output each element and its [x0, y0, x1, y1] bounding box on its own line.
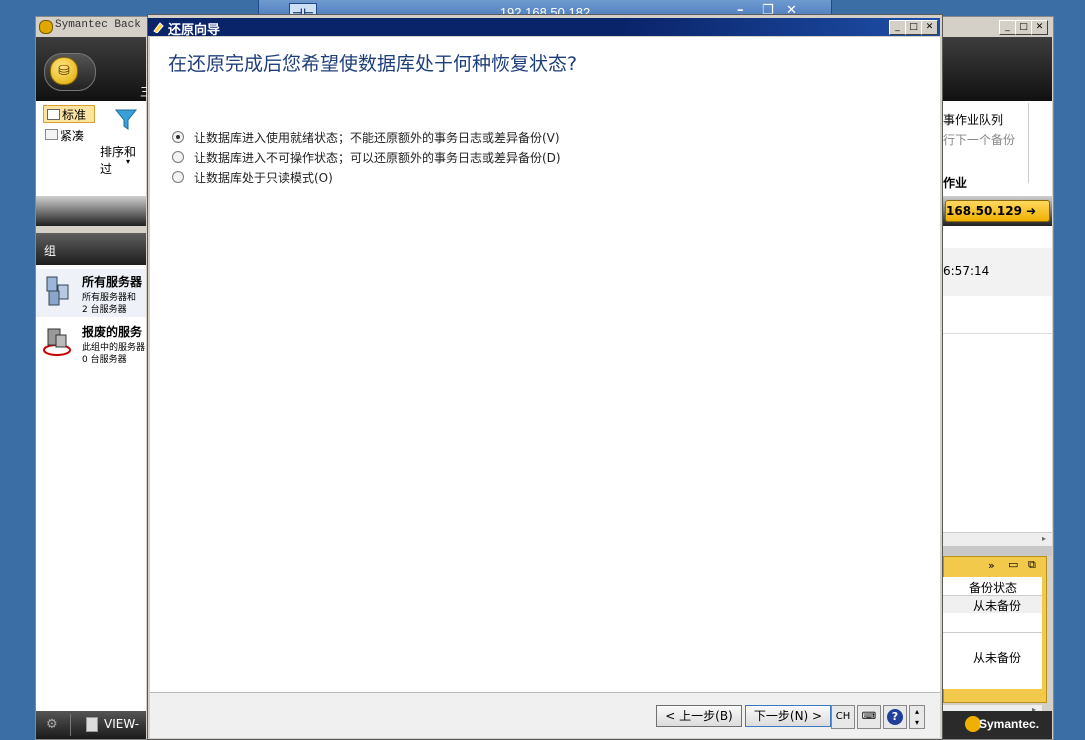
server-detail-pane: 6:57:14 [943, 226, 1052, 546]
app-menu-button[interactable]: ⛁ [44, 53, 96, 91]
recovery-option-norecovery[interactable]: 让数据库进入不可操作状态；可以还原额外的事务日志或差异备份(D) [172, 149, 561, 166]
next-button[interactable]: 下一步(N) > [745, 705, 831, 727]
divider [1028, 103, 1029, 183]
dialog-titlebar: 还原向导 _ □ ✕ [148, 18, 940, 38]
popout-icon[interactable]: ⧉ [1028, 558, 1036, 572]
taskbar-left: ⚙ VIEW- [36, 711, 146, 739]
group-name: 报废的服务 [82, 325, 143, 339]
backup-status-table: 备份状态 从未备份 从未备份 ▸ [943, 577, 1042, 718]
time-value: 6:57:14 [943, 264, 990, 278]
brand-name: Symantec. [979, 717, 1040, 731]
ribbon-footer-left [36, 196, 146, 226]
server-badge[interactable]: 168.50.129 ➜ [945, 200, 1050, 222]
scroll-right-icon[interactable]: ▸ [1042, 534, 1046, 543]
brand-bar: Symantec. [943, 711, 1052, 739]
chevron-down-icon: ▾ [126, 157, 131, 166]
tray-options-icon[interactable]: ▴ ▾ [909, 705, 925, 729]
standard-view-icon [47, 109, 60, 120]
language-indicator[interactable]: CH [831, 705, 855, 729]
option-label: 让数据库进入使用就绪状态；不能还原额外的事务日志或差异备份(V) [194, 131, 560, 145]
table-row[interactable]: 从未备份 [943, 632, 1042, 665]
maximize-icon[interactable]: ▭ [1008, 558, 1018, 571]
status-cell: 从未备份 [973, 599, 1022, 613]
back-window-title: Symantec Back [55, 19, 141, 31]
group-count: 2 台服务器 [82, 305, 127, 315]
view-compact-label: 紧凑 [60, 129, 85, 143]
help-icon[interactable]: ? [883, 705, 907, 729]
dialog-body: 在还原完成后您希望使数据库处于何种恢复状态? 让数据库进入使用就绪状态；不能还原… [150, 37, 940, 692]
back-minimize-button[interactable]: _ [999, 20, 1016, 35]
gear-icon[interactable]: ⚙ [46, 717, 58, 732]
server-badge-label: 168.50.129 [946, 204, 1022, 218]
table-row[interactable] [943, 613, 1042, 630]
collapse-icon[interactable]: » [988, 559, 995, 572]
status-cell: 从未备份 [973, 651, 1022, 665]
restore-wizard-dialog: 还原向导 _ □ ✕ 在还原完成后您希望使数据库处于何种恢复状态? 让数据库进入… [147, 14, 943, 740]
ribbon-footer-right: 168.50.129 ➜ [943, 196, 1052, 226]
keyboard-icon[interactable]: ⌨ [857, 705, 881, 729]
back-button[interactable]: < 上一步(B) [656, 705, 742, 727]
dialog-close-button[interactable]: ✕ [921, 20, 938, 35]
option-label: 让数据库处于只读模式(O) [194, 171, 333, 185]
arrow-right-icon: ➜ [1026, 204, 1037, 218]
table-row[interactable]: 从未备份 [943, 596, 1042, 613]
table-row[interactable]: 6:57:14 [943, 248, 1052, 296]
view-compact-button[interactable]: 紧凑 [45, 127, 84, 144]
splitter[interactable] [943, 546, 1052, 556]
list-item[interactable]: 所有服务器 所有服务器和 2 台服务器 [36, 269, 146, 317]
sort-filter-button[interactable]: 排序和过 [100, 143, 146, 177]
servers-icon [44, 275, 72, 307]
wizard-icon [152, 20, 165, 34]
back-maximize-button[interactable]: □ [1015, 20, 1032, 35]
radio-button-selected[interactable] [172, 131, 184, 143]
groups-title: 组 [44, 244, 57, 258]
filter-icon [114, 107, 138, 133]
group-count: 0 台服务器 [82, 355, 127, 365]
jobs-label: 作业 [943, 176, 968, 190]
compact-view-icon [45, 129, 58, 140]
recovery-option-ready[interactable]: 让数据库进入使用就绪状态；不能还原额外的事务日志或差异备份(V) [172, 129, 560, 146]
view-toolbar: 标准 紧凑 排序和过 ▾ [36, 101, 146, 196]
groups-header: 组 [36, 233, 146, 265]
group-name: 所有服务器 [82, 275, 143, 289]
database-icon: ⛁ [50, 57, 78, 85]
wizard-question: 在还原完成后您希望使数据库处于何种恢复状态? [168, 53, 578, 75]
dialog-minimize-button[interactable]: _ [889, 20, 906, 35]
radio-button[interactable] [172, 151, 184, 163]
ribbon-left: ⛁ 三 [36, 37, 152, 101]
run-next-backup-label[interactable]: 行下一个备份 [943, 131, 1015, 148]
status-header-label: 备份状态 [969, 581, 1018, 595]
view-task-button[interactable]: VIEW- [104, 717, 139, 731]
server-group-list: 所有服务器 所有服务器和 2 台服务器 报废的服务 此组中的服务器 0 台服务器 [36, 265, 146, 711]
dialog-title: 还原向导 [168, 23, 221, 38]
document-icon [86, 717, 98, 732]
status-column-header[interactable]: 备份状态 [943, 577, 1042, 596]
view-standard-label: 标准 [62, 108, 87, 122]
retired-servers-icon [42, 325, 72, 357]
radio-button[interactable] [172, 171, 184, 183]
recovery-option-readonly[interactable]: 让数据库处于只读模式(O) [172, 169, 333, 186]
divider [70, 714, 71, 736]
ribbon-right [943, 37, 1052, 101]
app-icon [39, 20, 53, 34]
dialog-maximize-button[interactable]: □ [905, 20, 922, 35]
divider [943, 333, 1052, 334]
back-close-button[interactable]: ✕ [1031, 20, 1048, 35]
horizontal-scrollbar[interactable]: ▸ [943, 532, 1052, 547]
option-label: 让数据库进入不可操作状态；可以还原额外的事务日志或差异备份(D) [194, 151, 561, 165]
job-queue-title: 事作业队列 [943, 113, 1004, 127]
job-queue-panel: 事作业队列 行下一个备份 作业 [943, 101, 1052, 196]
view-standard-button[interactable]: 标准 [43, 105, 95, 123]
list-item[interactable]: 报废的服务 此组中的服务器 0 台服务器 [36, 319, 146, 367]
pane-header [943, 226, 1052, 249]
